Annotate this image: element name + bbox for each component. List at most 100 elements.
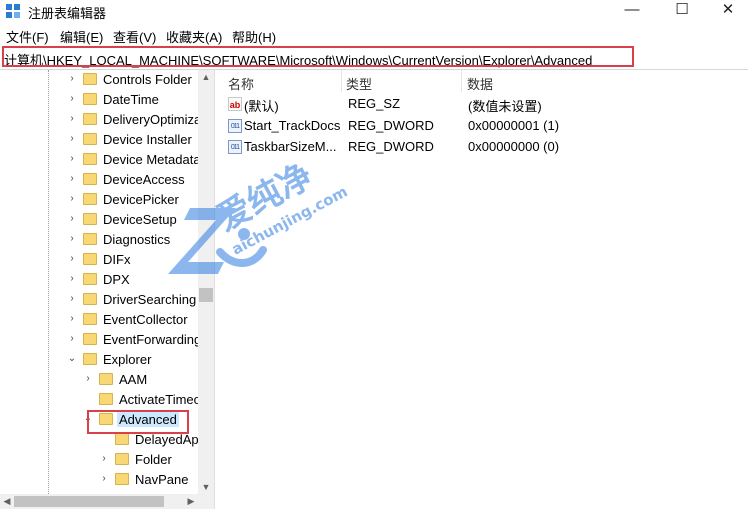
tree-item-folder[interactable]: › Folder	[0, 450, 200, 470]
tree-item-label: DeliveryOptimiza	[103, 112, 202, 127]
tree-item-navpane[interactable]: › NavPane	[0, 470, 200, 490]
menu-edit[interactable]: 编辑(E)	[60, 27, 103, 46]
title-bar: 注册表编辑器 — ☐ ✕	[0, 0, 748, 22]
scroll-up-arrow-icon[interactable]: ▲	[198, 70, 214, 84]
tree-item-devicepicker[interactable]: › DevicePicker	[0, 190, 200, 210]
tree-item-label: Device Metadata	[103, 152, 201, 167]
tree-item-controls-folder[interactable]: › Controls Folder	[0, 70, 200, 90]
folder-open-icon	[83, 353, 97, 365]
minimize-button[interactable]: —	[612, 0, 652, 22]
folder-icon	[83, 93, 97, 105]
list-item[interactable]: 011 Start_TrackDocs REG_DWORD 0x00000001…	[220, 116, 748, 136]
tree-item-eventcollector[interactable]: › EventCollector	[0, 310, 200, 330]
value-type: REG_DWORD	[348, 118, 434, 133]
collapse-chevron-icon[interactable]: ⌄	[67, 353, 77, 365]
list-item[interactable]: 011 TaskbarSizeM... REG_DWORD 0x00000000…	[220, 137, 748, 157]
tree-item-driversearching[interactable]: › DriverSearching	[0, 290, 200, 310]
address-bar[interactable]: 计算机\HKEY_LOCAL_MACHINE\SOFTWARE\Microsof…	[0, 45, 748, 70]
tree-item-label: ActivateTimeo	[119, 392, 201, 407]
binary-value-icon: 011	[228, 119, 242, 133]
expand-chevron-icon[interactable]: ›	[67, 213, 77, 225]
tree-item-deviceaccess[interactable]: › DeviceAccess	[0, 170, 200, 190]
folder-icon	[115, 433, 129, 445]
value-data: 0x00000000 (0)	[468, 139, 560, 154]
column-header-data[interactable]: 数据	[467, 74, 493, 93]
tree-item-label: Explorer	[103, 352, 152, 367]
value-name: TaskbarSizeM...	[244, 139, 337, 154]
tree-item-devicesetup[interactable]: › DeviceSetup	[0, 210, 200, 230]
folder-icon	[99, 373, 113, 385]
folder-icon	[99, 393, 113, 405]
column-header-type[interactable]: 类型	[346, 74, 372, 93]
expand-chevron-icon[interactable]: ›	[67, 193, 77, 205]
expand-chevron-icon[interactable]: ›	[67, 153, 77, 165]
expand-chevron-icon[interactable]: ›	[67, 333, 77, 345]
tree-item-label: DeviceSetup	[103, 212, 177, 227]
folder-icon	[83, 73, 97, 85]
close-button[interactable]: ✕	[708, 0, 748, 22]
registry-app-icon	[6, 4, 20, 18]
tree-item-diagnostics[interactable]: › Diagnostics	[0, 230, 200, 250]
folder-icon	[83, 273, 97, 285]
menu-favorites[interactable]: 收藏夹(A)	[166, 27, 222, 46]
tree-item-activatetimeout[interactable]: ActivateTimeo	[0, 390, 201, 410]
folder-icon	[83, 153, 97, 165]
expand-chevron-icon[interactable]: ›	[67, 73, 77, 85]
expand-chevron-icon[interactable]: ›	[67, 253, 77, 265]
selected-key-highlight-box	[87, 410, 189, 434]
tree-item-device-metadata[interactable]: › Device Metadata	[0, 150, 200, 170]
tree-item-difx[interactable]: › DIFx	[0, 250, 200, 270]
folder-icon	[115, 473, 129, 485]
scroll-thumb[interactable]	[199, 288, 213, 302]
tree-item-explorer[interactable]: ⌄ Explorer	[0, 350, 200, 370]
folder-icon	[83, 253, 97, 265]
address-highlight-box	[2, 46, 634, 67]
list-item[interactable]: ab (默认) REG_SZ (数值未设置)	[220, 94, 748, 114]
column-divider[interactable]	[461, 70, 462, 92]
scroll-left-arrow-icon[interactable]: ◀	[0, 494, 14, 509]
expand-chevron-icon[interactable]: ›	[99, 453, 109, 465]
value-type: REG_SZ	[348, 96, 401, 111]
scroll-down-arrow-icon[interactable]: ▼	[198, 480, 214, 494]
tree-item-label: Folder	[135, 452, 172, 467]
expand-chevron-icon[interactable]: ›	[67, 313, 77, 325]
folder-icon	[83, 233, 97, 245]
tree-item-deliveryoptimization[interactable]: › DeliveryOptimiza	[0, 110, 202, 130]
tree-vertical-scrollbar[interactable]: ▲ ▼	[198, 70, 214, 498]
scroll-thumb[interactable]	[14, 496, 164, 507]
tree-item-eventforwarding[interactable]: › EventForwarding	[0, 330, 201, 350]
tree-item-label: DevicePicker	[103, 192, 179, 207]
expand-chevron-icon[interactable]: ›	[83, 373, 93, 385]
binary-value-icon: 011	[228, 140, 242, 154]
tree-item-dpx[interactable]: › DPX	[0, 270, 200, 290]
tree-item-label: DeviceAccess	[103, 172, 185, 187]
expand-chevron-icon[interactable]: ›	[99, 473, 109, 485]
expand-chevron-icon[interactable]: ›	[67, 173, 77, 185]
tree-item-aam[interactable]: › AAM	[0, 370, 200, 390]
menu-file[interactable]: 文件(F)	[6, 27, 49, 46]
folder-icon	[83, 213, 97, 225]
tree-item-label: AAM	[119, 372, 148, 387]
expand-chevron-icon[interactable]: ›	[67, 293, 77, 305]
menu-help[interactable]: 帮助(H)	[232, 27, 276, 46]
expand-chevron-icon[interactable]: ›	[67, 233, 77, 245]
expand-chevron-icon[interactable]: ›	[67, 273, 77, 285]
tree-horizontal-scrollbar[interactable]: ◀ ▶	[0, 494, 214, 509]
window-title: 注册表编辑器	[28, 6, 107, 21]
scroll-right-arrow-icon[interactable]: ▶	[184, 494, 198, 509]
maximize-button[interactable]: ☐	[662, 0, 702, 22]
tree-item-label: DateTime	[103, 92, 159, 107]
tree-item-device-installer[interactable]: › Device Installer	[0, 130, 200, 150]
folder-icon	[83, 193, 97, 205]
expand-chevron-icon[interactable]: ›	[67, 93, 77, 105]
column-header-name[interactable]: 名称	[228, 74, 254, 93]
folder-icon	[83, 333, 97, 345]
value-data: 0x00000001 (1)	[468, 118, 560, 133]
value-name: (默认)	[244, 99, 279, 114]
folder-icon	[83, 173, 97, 185]
menu-view[interactable]: 查看(V)	[113, 27, 156, 46]
expand-chevron-icon[interactable]: ›	[67, 133, 77, 145]
column-divider[interactable]	[341, 70, 342, 92]
expand-chevron-icon[interactable]: ›	[67, 113, 77, 125]
tree-item-datetime[interactable]: › DateTime	[0, 90, 200, 110]
